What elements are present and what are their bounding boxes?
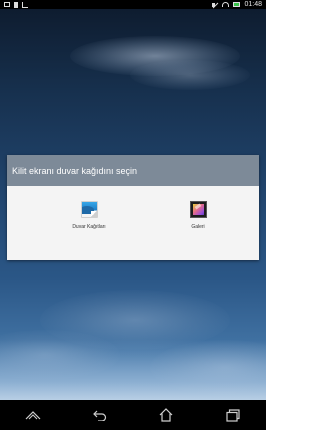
cloud-decoration <box>130 60 250 90</box>
wallpapers-option[interactable]: Duvar Kağıtları <box>44 201 134 230</box>
home-button[interactable] <box>151 403 181 427</box>
back-button[interactable] <box>85 403 115 427</box>
lock-screen-wallpaper-chooser: 01:48 Kilit ekranı duvar kağıdını seçin … <box>0 0 266 430</box>
navigation-bar <box>0 400 266 430</box>
mute-icon <box>212 2 218 8</box>
asus-menu-button[interactable] <box>18 403 48 427</box>
status-bar-system: 01:48 <box>212 0 262 9</box>
dialog-header: Kilit ekranı duvar kağıdını seçin <box>7 155 259 186</box>
home-icon <box>159 408 173 422</box>
wallpaper-source-dialog: Kilit ekranı duvar kağıdını seçin Duvar … <box>7 155 259 260</box>
status-bar: 01:48 <box>0 0 266 9</box>
status-time: 01:48 <box>244 1 262 8</box>
asus-menu-icon <box>25 411 41 420</box>
recent-apps-icon <box>226 408 240 422</box>
back-icon <box>92 410 106 421</box>
image-notification-icon <box>4 2 10 7</box>
signal-notification-icon <box>22 1 28 8</box>
wallpapers-option-label: Duvar Kağıtları <box>72 224 106 230</box>
battery-icon <box>233 2 241 7</box>
recent-apps-button[interactable] <box>218 403 248 427</box>
wifi-icon <box>222 2 230 7</box>
wallpaper-haze <box>0 340 266 400</box>
dialog-title: Kilit ekranı duvar kağıdını seçin <box>12 165 138 176</box>
document-notification-icon <box>14 1 18 8</box>
wallpapers-icon <box>80 201 98 218</box>
status-bar-notifications <box>4 1 28 8</box>
gallery-icon <box>189 201 207 218</box>
dialog-body: Duvar Kağıtları Galeri <box>7 186 259 260</box>
gallery-option-label: Galeri <box>191 224 205 230</box>
gallery-option[interactable]: Galeri <box>153 201 243 230</box>
